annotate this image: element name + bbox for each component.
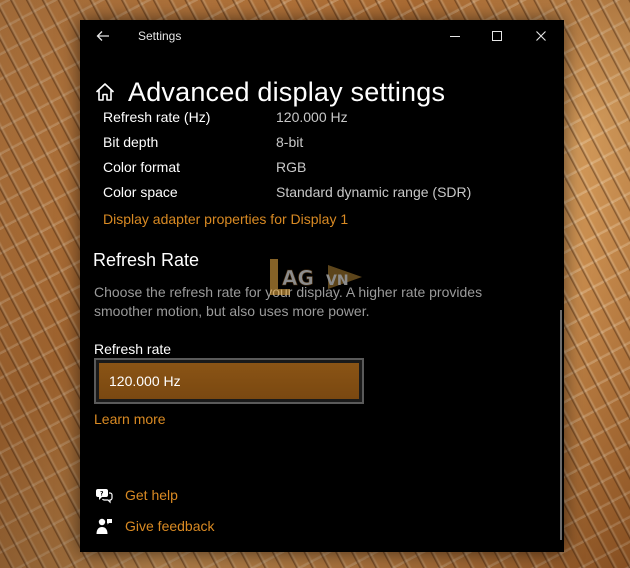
scrollbar[interactable] [560,310,562,540]
back-arrow-icon [96,31,109,41]
minimize-button[interactable] [440,24,470,48]
title-bar: Settings [80,20,564,52]
color-format-value: RGB [276,159,307,175]
svg-text:?: ? [100,491,104,498]
display-info-list: Refresh rate (Hz) 120.000 Hz Bit depth 8… [103,109,543,209]
minimize-icon [450,36,460,37]
maximize-button[interactable] [482,24,512,48]
give-feedback-link[interactable]: Give feedback [94,515,215,537]
give-feedback-label: Give feedback [125,518,215,534]
back-button[interactable] [90,24,116,48]
get-help-link[interactable]: ? Get help [94,484,178,506]
color-format-label: Color format [103,159,181,175]
display-info-row: Refresh rate (Hz) 120.000 Hz [103,109,543,134]
page-header: Advanced display settings [94,72,445,112]
bit-depth-value: 8-bit [276,134,304,150]
watermark-logo: AG VN [270,259,362,295]
bit-depth-label: Bit depth [103,134,159,150]
svg-text:VN: VN [326,273,349,289]
window-title: Settings [138,29,182,43]
home-icon [95,83,115,101]
refresh-rate-value: 120.000 Hz [276,109,348,125]
learn-more-link[interactable]: Learn more [94,411,166,427]
refresh-rate-selected-value: 120.000 Hz [109,373,181,389]
svg-text:AG: AG [282,266,314,290]
display-info-row: Bit depth 8-bit [103,134,543,159]
get-help-icon: ? [94,485,114,505]
refresh-rate-dropdown[interactable]: 120.000 Hz [94,358,364,404]
close-button[interactable] [526,24,556,48]
refresh-rate-label: Refresh rate (Hz) [103,109,211,125]
color-space-value: Standard dynamic range (SDR) [276,184,472,200]
maximize-icon [492,31,502,41]
page-title: Advanced display settings [128,76,446,107]
display-info-row: Color space Standard dynamic range (SDR) [103,184,543,209]
display-info-row: Color format RGB [103,159,543,184]
close-icon [536,31,546,41]
get-help-label: Get help [125,487,178,503]
color-space-label: Color space [103,184,178,200]
refresh-rate-section-title: Refresh Rate [93,250,200,270]
display-adapter-properties-link[interactable]: Display adapter properties for Display 1 [103,211,348,227]
feedback-icon [94,516,114,536]
refresh-rate-field-label: Refresh rate [94,341,172,357]
